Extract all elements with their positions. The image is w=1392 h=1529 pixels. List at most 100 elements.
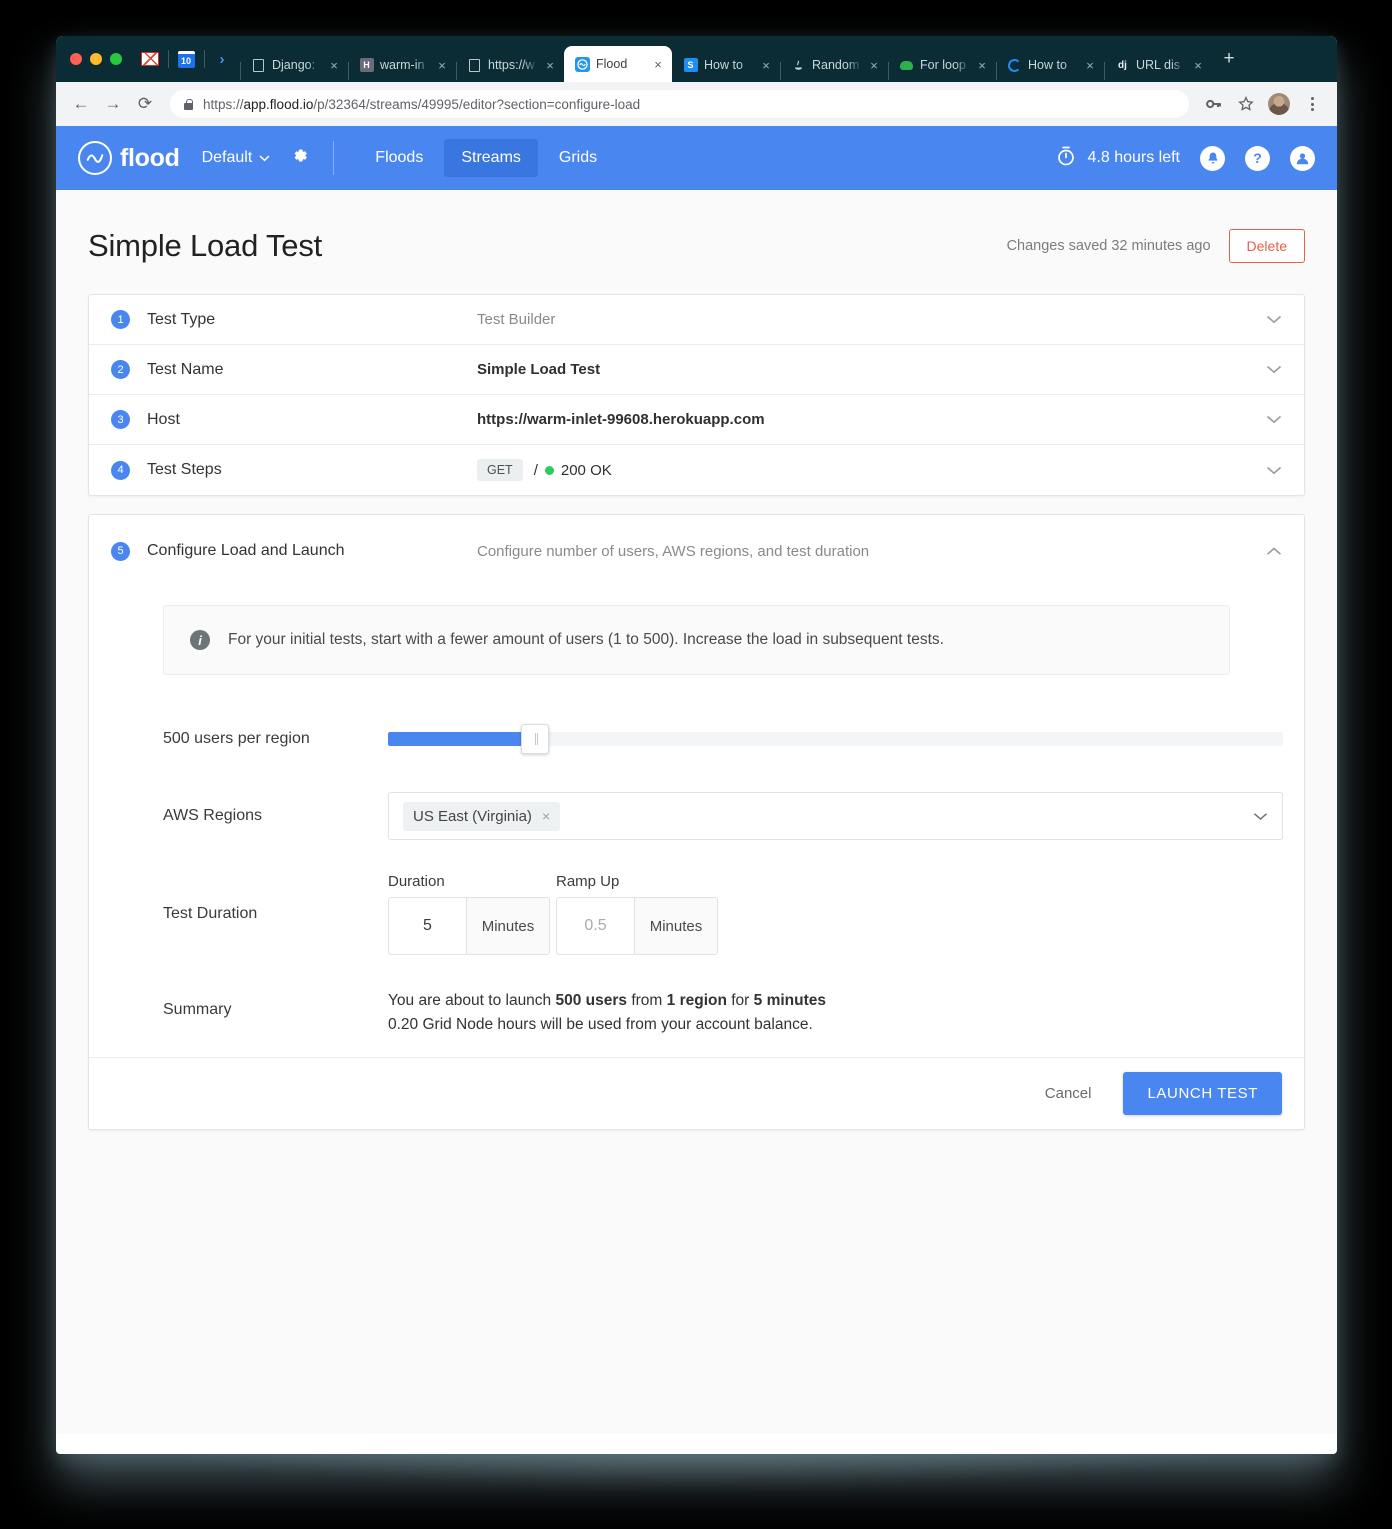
summary-text: from (627, 992, 667, 1009)
users-slider[interactable] (388, 732, 1283, 746)
reload-button[interactable]: ⟳ (130, 89, 160, 119)
step-badge: 3 (111, 410, 130, 429)
cancel-button[interactable]: Cancel (1035, 1077, 1102, 1110)
settings-gear-icon[interactable] (290, 146, 309, 170)
duration-caption: Duration (388, 873, 550, 890)
pinned-tab-calendar[interactable]: 10 (168, 36, 204, 82)
close-tab-icon[interactable]: × (1084, 58, 1096, 73)
region-chip-us-east[interactable]: US East (Virginia) × (403, 802, 560, 831)
browser-tab-url-display[interactable]: dj URL dis × (1104, 48, 1212, 82)
tab-label: https://w (488, 58, 538, 72)
nav-item-floods[interactable]: Floods (358, 139, 440, 177)
kebab-menu-icon[interactable] (1297, 89, 1327, 119)
minimize-window-button[interactable] (90, 53, 102, 65)
aws-regions-ctl: US East (Virginia) × (388, 792, 1283, 840)
accordion-row-test-steps[interactable]: 4 Test Steps GET / 200 OK (89, 445, 1304, 495)
summary-row: Summary You are about to launch 500 user… (163, 989, 1230, 1037)
close-tab-icon[interactable]: × (328, 58, 340, 73)
app-navbar: flood Default Floods Streams Grids 4.8 h… (56, 126, 1337, 190)
flood-logo[interactable]: flood (78, 141, 180, 175)
url-text: https://app.flood.io/p/32364/streams/499… (203, 97, 640, 112)
pinned-tab-overflow[interactable]: › (204, 36, 240, 82)
project-selector[interactable]: Default (202, 149, 271, 167)
account-icon[interactable] (1290, 146, 1315, 171)
close-tab-icon[interactable]: × (544, 58, 556, 73)
info-banner-text: For your initial tests, start with a few… (228, 631, 944, 649)
delete-button[interactable]: Delete (1229, 229, 1305, 263)
tab-label: Django: (272, 58, 322, 72)
help-icon[interactable]: ? (1245, 146, 1270, 171)
address-bar[interactable]: https://app.flood.io/p/32364/streams/499… (170, 90, 1189, 118)
accordion-value: Test Builder (477, 311, 1266, 328)
close-tab-icon[interactable]: × (652, 57, 664, 72)
test-duration-label: Test Duration (163, 905, 388, 923)
gmail-icon (141, 52, 159, 66)
configure-load-header[interactable]: 5 Configure Load and Launch Configure nu… (89, 515, 1304, 587)
accordion-row-host[interactable]: 3 Host https://warm-inlet-99608.herokuap… (89, 395, 1304, 445)
accordion-row-test-name[interactable]: 2 Test Name Simple Load Test (89, 345, 1304, 395)
pinned-tab-gmail[interactable] (132, 36, 168, 82)
launch-test-button[interactable]: LAUNCH TEST (1123, 1072, 1282, 1115)
tab-label: How to (1028, 58, 1078, 72)
close-tab-icon[interactable]: × (976, 58, 988, 73)
rampup-input[interactable] (556, 897, 634, 955)
doc-icon (251, 58, 266, 73)
stopwatch-icon (1055, 145, 1077, 172)
chevron-down-icon[interactable] (1266, 412, 1282, 427)
brand-name: flood (120, 144, 180, 173)
aws-regions-select[interactable]: US East (Virginia) × (388, 792, 1283, 840)
star-icon[interactable] (1231, 89, 1261, 119)
chevron-down-icon[interactable] (1266, 463, 1282, 478)
rampup-field-group: Ramp Up Minutes (556, 873, 718, 955)
hours-left-indicator[interactable]: 4.8 hours left (1055, 145, 1181, 172)
users-slider-thumb[interactable] (521, 724, 549, 754)
close-tab-icon[interactable]: × (760, 58, 772, 73)
chevron-down-icon[interactable] (1266, 362, 1282, 377)
accordion-label: Test Name (147, 361, 477, 379)
step-badge: 5 (111, 542, 130, 561)
notifications-bell-icon[interactable] (1200, 146, 1225, 171)
remove-region-icon[interactable]: × (542, 808, 550, 824)
test-duration-ctl: Duration Minutes Ramp Up Minu (388, 873, 1230, 955)
browser-tab-warm-inlet[interactable]: H warm-in × (348, 48, 456, 82)
chevron-down-icon (259, 155, 270, 162)
browser-tab-strip: 10 › Django: × H warm-in × https://w (56, 36, 1337, 82)
close-tab-icon[interactable]: × (868, 58, 880, 73)
chevron-down-icon[interactable] (1266, 312, 1282, 327)
maximize-window-button[interactable] (110, 53, 122, 65)
duration-input[interactable] (388, 897, 466, 955)
browser-tab-for-loop[interactable]: For loop × (888, 48, 996, 82)
browser-tab-https[interactable]: https://w × (456, 48, 564, 82)
chevron-down-icon[interactable] (1253, 808, 1268, 824)
back-button[interactable]: ← (66, 89, 96, 119)
configure-load-section: 5 Configure Load and Launch Configure nu… (88, 514, 1305, 1130)
browser-tab-django[interactable]: Django: × (240, 48, 348, 82)
forward-button[interactable]: → (98, 89, 128, 119)
django-icon: dj (1115, 58, 1130, 73)
browser-tab-flood[interactable]: Flood × (564, 46, 672, 82)
doc-icon (467, 58, 482, 73)
nav-divider (333, 141, 334, 175)
accordion-row-test-type[interactable]: 1 Test Type Test Builder (89, 295, 1304, 345)
key-icon[interactable] (1199, 89, 1229, 119)
close-window-button[interactable] (70, 53, 82, 65)
nav-item-streams[interactable]: Streams (444, 139, 538, 177)
info-icon: i (190, 630, 210, 650)
nav-item-grids[interactable]: Grids (542, 139, 614, 177)
tab-label: Flood (596, 57, 646, 71)
close-tab-icon[interactable]: × (436, 58, 448, 73)
java-icon (791, 58, 806, 73)
close-tab-icon[interactable]: × (1192, 58, 1204, 73)
summary-regions: 1 region (667, 992, 727, 1009)
tab-label: For loop (920, 58, 970, 72)
page-header: Simple Load Test Changes saved 32 minute… (88, 190, 1305, 294)
browser-tab-stackoverflow[interactable]: S How to × (672, 48, 780, 82)
new-tab-button[interactable]: + (1212, 36, 1246, 82)
browser-tab-random[interactable]: Random × (780, 48, 888, 82)
status-dot-icon (545, 466, 554, 475)
browser-tab-how-to[interactable]: How to × (996, 48, 1104, 82)
profile-avatar[interactable] (1268, 93, 1290, 115)
rampup-unit: Minutes (634, 897, 718, 955)
configure-load-label: Configure Load and Launch (147, 542, 477, 560)
chevron-up-icon[interactable] (1266, 544, 1282, 559)
